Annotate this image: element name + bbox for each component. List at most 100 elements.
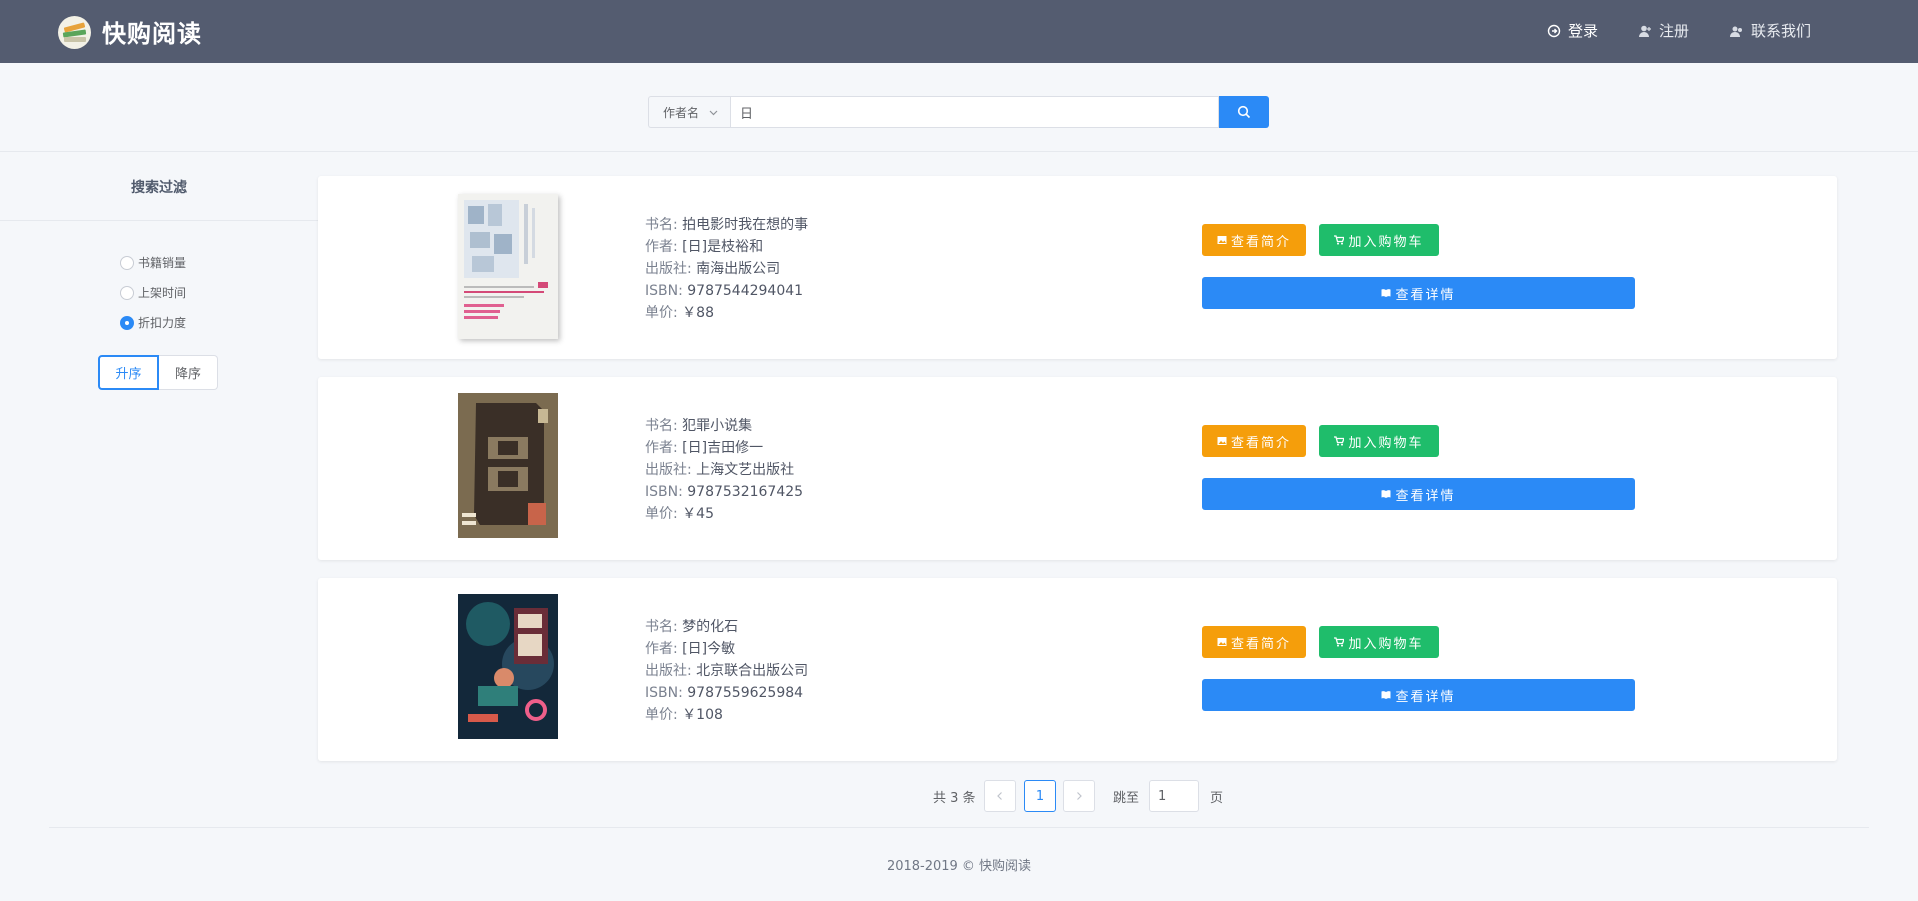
pagination-total: 共 3 条 — [933, 790, 976, 806]
add-to-cart-label: 加入购物车 — [1348, 435, 1424, 451]
label-author: 作者: — [645, 440, 683, 456]
book-publisher: 南海出版公司 — [696, 261, 781, 277]
search-button[interactable] — [1219, 96, 1269, 128]
label-publisher: 出版社: — [645, 261, 697, 277]
label-publisher: 出版社: — [645, 462, 697, 478]
book-author: [日]是枝裕和 — [682, 239, 764, 255]
sort-option-date[interactable]: 上架时间 — [120, 284, 186, 301]
search-field-select[interactable]: 作者名 — [648, 96, 730, 128]
jump-label: 跳至 — [1113, 790, 1140, 806]
radio-checked-icon — [120, 315, 134, 330]
book-isbn: 9787544294041 — [687, 283, 804, 299]
book-info: 书名: 犯罪小说集 作者: [日]吉田修一 出版社: 上海文艺出版社 ISBN:… — [645, 415, 803, 525]
view-intro-label: 查看简介 — [1230, 234, 1291, 250]
radio-icon — [120, 255, 134, 270]
label-isbn: ISBN: — [645, 685, 688, 701]
book-price: ￥108 — [682, 707, 723, 723]
top-navbar: 快购阅读 登录 注册 联系我们 — [0, 0, 1918, 63]
nav-contact-label: 联系我们 — [1751, 22, 1812, 40]
user-add-icon — [1639, 25, 1651, 37]
book-icon — [1381, 289, 1391, 297]
chevron-right-icon — [1077, 792, 1082, 800]
view-intro-button[interactable]: 查看简介 — [1202, 224, 1306, 256]
divider — [0, 151, 1918, 152]
book-icon — [1381, 490, 1391, 498]
nav-register-label: 注册 — [1659, 22, 1690, 40]
chevron-down-icon — [709, 110, 718, 115]
book-isbn: 9787559625984 — [687, 685, 804, 701]
add-to-cart-button[interactable]: 加入购物车 — [1319, 425, 1439, 457]
book-icon — [1381, 691, 1391, 699]
label-isbn: ISBN: — [645, 283, 688, 299]
book-isbn: 9787532167425 — [687, 484, 804, 500]
sort-desc-button[interactable]: 降序 — [159, 355, 218, 390]
page-number[interactable]: 1 — [1024, 780, 1056, 812]
picture-icon — [1217, 437, 1227, 445]
book-card: 书名: 拍电影时我在想的事 作者: [日]是枝裕和 出版社: 南海出版公司 IS… — [318, 176, 1837, 359]
book-cover-image[interactable] — [458, 194, 558, 339]
label-price: 单价: — [645, 707, 683, 723]
sort-option-sales[interactable]: 书籍销量 — [120, 254, 186, 271]
view-details-label: 查看详情 — [1395, 689, 1456, 705]
book-name: 拍电影时我在想的事 — [682, 217, 809, 233]
label-name: 书名: — [645, 217, 683, 233]
next-page-button[interactable] — [1063, 780, 1095, 812]
prev-page-button[interactable] — [984, 780, 1016, 812]
radio-icon — [120, 285, 134, 300]
nav-contact[interactable]: 联系我们 — [1730, 20, 1811, 41]
divider — [0, 220, 318, 221]
add-to-cart-button[interactable]: 加入购物车 — [1319, 224, 1439, 256]
add-to-cart-label: 加入购物车 — [1348, 636, 1424, 652]
view-intro-button[interactable]: 查看简介 — [1202, 626, 1306, 658]
view-intro-button[interactable]: 查看简介 — [1202, 425, 1306, 457]
filter-title: 搜索过滤 — [131, 180, 187, 196]
view-details-button[interactable]: 查看详情 — [1202, 277, 1635, 309]
sort-asc-button[interactable]: 升序 — [98, 355, 159, 390]
view-details-button[interactable]: 查看详情 — [1202, 478, 1635, 510]
label-name: 书名: — [645, 418, 683, 434]
sort-option-label: 折扣力度 — [138, 316, 187, 330]
view-details-button[interactable]: 查看详情 — [1202, 679, 1635, 711]
book-author: [日]今敏 — [682, 641, 736, 657]
contact-icon — [1730, 26, 1742, 37]
book-price: ￥88 — [682, 305, 714, 321]
view-details-label: 查看详情 — [1395, 287, 1456, 303]
chevron-left-icon — [997, 792, 1002, 800]
label-price: 单价: — [645, 506, 683, 522]
search-bar: 作者名 日 — [648, 96, 1269, 128]
search-input[interactable]: 日 — [730, 96, 1219, 128]
book-cover-image[interactable] — [458, 594, 558, 739]
search-icon — [1237, 105, 1251, 119]
label-author: 作者: — [645, 641, 683, 657]
label-author: 作者: — [645, 239, 683, 255]
brand-name[interactable]: 快购阅读 — [102, 14, 202, 49]
jump-page-input[interactable]: 1 — [1149, 780, 1199, 812]
book-card: 书名: 犯罪小说集 作者: [日]吉田修一 出版社: 上海文艺出版社 ISBN:… — [318, 377, 1837, 560]
login-icon — [1547, 24, 1561, 37]
label-price: 单价: — [645, 305, 683, 321]
book-name: 梦的化石 — [682, 619, 739, 635]
nav-login[interactable]: 登录 — [1547, 20, 1598, 41]
nav-login-label: 登录 — [1568, 22, 1599, 40]
nav-register[interactable]: 注册 — [1638, 20, 1689, 41]
cart-icon — [1334, 235, 1345, 245]
book-info: 书名: 拍电影时我在想的事 作者: [日]是枝裕和 出版社: 南海出版公司 IS… — [645, 214, 808, 324]
page-suffix: 页 — [1210, 790, 1224, 806]
logo-icon[interactable] — [58, 16, 91, 49]
add-to-cart-label: 加入购物车 — [1348, 234, 1424, 250]
add-to-cart-button[interactable]: 加入购物车 — [1319, 626, 1439, 658]
book-author: [日]吉田修一 — [682, 440, 764, 456]
book-publisher: 上海文艺出版社 — [696, 462, 795, 478]
book-name: 犯罪小说集 — [682, 418, 753, 434]
sort-option-discount[interactable]: 折扣力度 — [120, 314, 186, 331]
sort-option-label: 上架时间 — [138, 286, 187, 300]
label-publisher: 出版社: — [645, 663, 697, 679]
picture-icon — [1217, 236, 1227, 244]
cart-icon — [1334, 637, 1345, 647]
picture-icon — [1217, 638, 1227, 646]
cart-icon — [1334, 436, 1345, 446]
view-details-label: 查看详情 — [1395, 488, 1456, 504]
book-cover-image[interactable] — [458, 393, 558, 538]
label-name: 书名: — [645, 619, 683, 635]
book-card: 书名: 梦的化石 作者: [日]今敏 出版社: 北京联合出版公司 ISBN: 9… — [318, 578, 1837, 761]
